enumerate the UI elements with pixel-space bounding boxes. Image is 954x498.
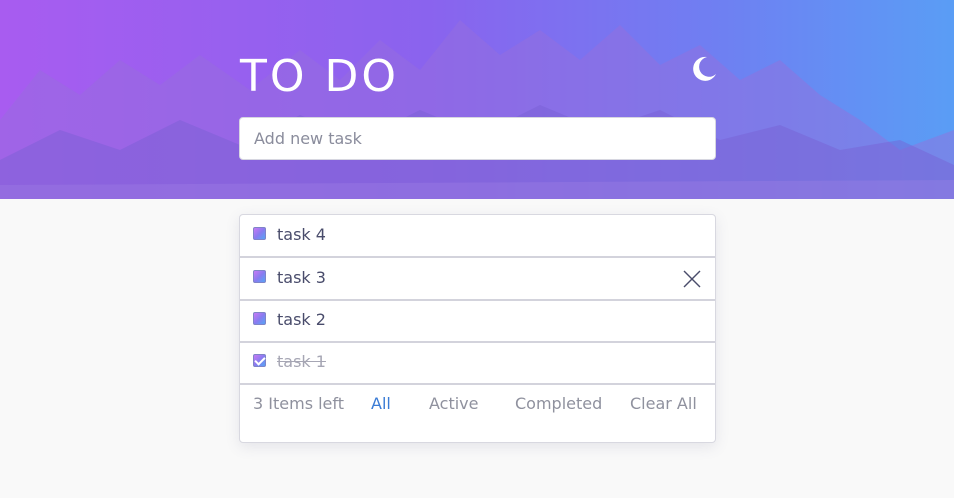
new-task-input[interactable] xyxy=(239,117,716,160)
task-label: task 3 xyxy=(277,268,326,287)
filter-completed-button[interactable]: Completed xyxy=(515,394,602,414)
task-label: task 4 xyxy=(277,225,326,244)
task-checkbox[interactable] xyxy=(253,227,266,240)
filter-all-button[interactable]: All xyxy=(371,394,391,414)
list-footer: 3 Items left All Active Completed Clear … xyxy=(240,384,715,424)
list-item: task 1 xyxy=(240,342,715,385)
todo-list: task 4 task 3 task 2 task 1 3 Items left… xyxy=(239,214,716,443)
delete-task-button[interactable] xyxy=(682,269,702,289)
theme-toggle-button[interactable] xyxy=(688,54,718,84)
task-label: task 1 xyxy=(277,352,326,371)
task-checkbox-checked[interactable] xyxy=(253,354,266,367)
mountain-background xyxy=(0,20,954,199)
items-left-count: 3 Items left xyxy=(253,394,345,413)
clear-all-button[interactable]: Clear All xyxy=(630,394,697,414)
filter-active-button[interactable]: Active xyxy=(429,394,479,414)
list-item: task 2 xyxy=(240,300,715,343)
close-icon xyxy=(683,270,701,288)
page-title: TO DO xyxy=(240,51,400,102)
list-item: task 3 xyxy=(240,258,715,301)
list-item: task 4 xyxy=(240,215,715,258)
task-checkbox[interactable] xyxy=(253,270,266,283)
moon-icon xyxy=(693,56,716,81)
task-checkbox[interactable] xyxy=(253,312,266,325)
task-label: task 2 xyxy=(277,310,326,329)
header-banner: TO DO xyxy=(0,0,954,199)
